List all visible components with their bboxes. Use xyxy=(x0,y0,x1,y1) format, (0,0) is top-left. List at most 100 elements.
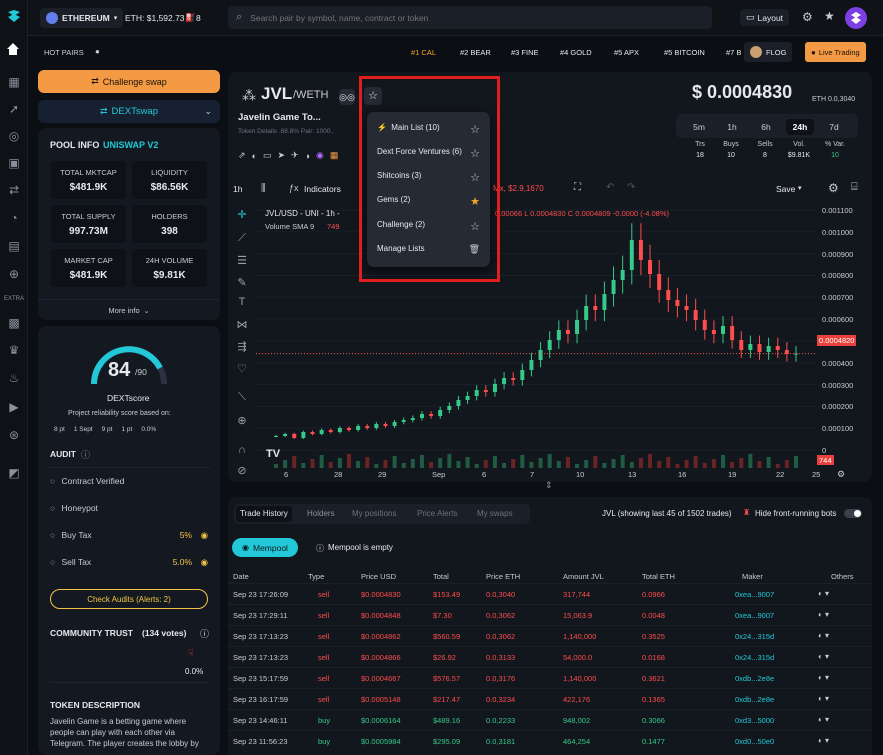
cell-maker[interactable]: 0xd3...5000 xyxy=(735,716,774,725)
row-actions-icon[interactable]: ◐ ▾ xyxy=(818,736,829,745)
hot-pair-item[interactable]: #5 APX xyxy=(614,48,639,57)
tab-my-positions[interactable]: My positions xyxy=(352,509,396,518)
info-icon[interactable]: ⓘ xyxy=(81,448,90,461)
timeframe-1h[interactable]: 1h xyxy=(718,119,746,135)
trendline-icon[interactable]: ⟋ xyxy=(235,232,249,246)
hide-bots-toggle[interactable] xyxy=(844,509,862,518)
header-amount[interactable]: Amount JVL xyxy=(563,572,604,581)
table-row[interactable]: Sep 23 11:56:23 buy $0.0005984 $295.09 0.0,3… xyxy=(228,730,872,751)
hot-pair-item[interactable]: #1 CAL xyxy=(411,48,436,57)
indicators-button[interactable]: Indicators xyxy=(304,184,341,194)
chart-interval[interactable]: 1h xyxy=(233,184,242,194)
table-row[interactable]: Sep 23 17:13:23 sell $0.0004866 $26.92 0.0,3… xyxy=(228,646,872,667)
telegram-icon[interactable]: ➤ xyxy=(278,150,286,161)
table-row[interactable]: Sep 23 17:13:23 sell $0.0004862 $560.59 0.0,… xyxy=(228,625,872,646)
live-trading-button[interactable]: ● Live Trading xyxy=(805,42,866,62)
thumbs-down-icon[interactable]: ☟ xyxy=(188,648,193,659)
grid-icon[interactable]: ▣ xyxy=(6,155,22,171)
header-maker[interactable]: Maker xyxy=(742,572,763,581)
chart-icon[interactable]: ▦ xyxy=(6,74,22,90)
website-icon[interactable]: ▭ xyxy=(263,150,272,161)
cell-maker[interactable]: 0xdb...2e8e xyxy=(735,695,774,704)
chart-settings-icon[interactable]: ⚙ xyxy=(828,181,839,195)
header-price-eth[interactable]: Price ETH xyxy=(486,572,520,581)
undo-icon[interactable]: ↶ xyxy=(606,182,614,193)
more-info-button[interactable]: More info ⌄ xyxy=(38,299,220,315)
row-actions-icon[interactable]: ◐ ▾ xyxy=(818,631,829,640)
fib-icon[interactable]: ☰ xyxy=(235,254,249,268)
axis-settings-icon[interactable]: ⚙ xyxy=(837,469,845,480)
pie-icon[interactable]: ◔ xyxy=(6,210,22,226)
hot-pair-item[interactable]: #5 BITCOIN xyxy=(664,48,705,57)
heart-icon[interactable]: ♡ xyxy=(235,362,249,376)
fire-icon[interactable]: ♨ xyxy=(6,370,22,386)
header-type[interactable]: Type xyxy=(308,572,324,581)
cell-maker[interactable]: 0x24...315d xyxy=(735,653,774,662)
binoculars-icon[interactable]: ◎◎ xyxy=(339,89,355,105)
etherscan-icon[interactable]: ◑ xyxy=(305,151,310,161)
challenge-swap-button[interactable]: ⇄ Challenge swap xyxy=(38,70,220,93)
check-audits-button[interactable]: Check Audits (Alerts: 2) xyxy=(50,589,208,609)
brush-icon[interactable]: ✎ xyxy=(235,276,249,290)
pattern-icon[interactable]: ⋈ xyxy=(235,318,249,332)
table-row[interactable]: Sep 23 17:26:09 sell $0.0004830 $153.49 0.0,… xyxy=(228,583,872,604)
wallet-icon[interactable]: ▤ xyxy=(6,238,22,254)
search-bar[interactable]: ⌕ xyxy=(228,6,712,29)
hot-pair-item[interactable]: #2 BEAR xyxy=(460,48,491,57)
table-row[interactable]: Sep 23 14:46:11 buy $0.0006164 $489.16 0.0,2… xyxy=(228,709,872,730)
table-row[interactable]: Sep 23 15:17:59 sell $0.0004667 $576.57 0.0,… xyxy=(228,667,872,688)
dextools-icon[interactable]: ◉ xyxy=(316,150,324,161)
timeframe-5m[interactable]: 5m xyxy=(685,119,713,135)
tab-my-swaps[interactable]: My swaps xyxy=(477,509,513,518)
hot-pair-item[interactable]: #3 FINE xyxy=(511,48,539,57)
magnet-icon[interactable]: ∩ xyxy=(235,444,249,458)
header-total[interactable]: Total xyxy=(433,572,449,581)
hot-pair-item[interactable]: #7 B xyxy=(726,48,741,57)
cell-maker[interactable]: 0xdb...2e8e xyxy=(735,674,774,683)
text-icon[interactable]: T xyxy=(235,296,249,310)
tab-holders[interactable]: Holders xyxy=(307,509,335,518)
logo-icon[interactable] xyxy=(6,8,22,24)
tab-trade-history[interactable]: Trade History xyxy=(236,506,292,522)
plus-circle-icon[interactable]: ⊕ xyxy=(6,266,22,282)
header-date[interactable]: Date xyxy=(233,572,249,581)
telegram-icon[interactable]: ◩ xyxy=(6,465,22,481)
resize-handle-icon[interactable]: ⇕ xyxy=(545,480,553,491)
globe-icon[interactable]: ⊛ xyxy=(6,427,22,443)
row-actions-icon[interactable]: ◐ ▾ xyxy=(818,589,829,598)
row-actions-icon[interactable]: ◐ ▾ xyxy=(818,610,829,619)
row-actions-icon[interactable]: ◐ ▾ xyxy=(818,652,829,661)
crosshair-icon[interactable]: ✛ xyxy=(235,208,249,222)
timeframe-24h[interactable]: 24h xyxy=(786,119,814,135)
table-row[interactable]: Sep 23 16:17:59 sell $0.0005148 $217.47 0.0,… xyxy=(228,688,872,709)
tab-price-alerts[interactable]: Price Alerts xyxy=(417,509,457,518)
cell-maker[interactable]: 0xd0...50e0 xyxy=(735,737,774,746)
screenshot-icon[interactable]: ⌸ xyxy=(851,181,858,194)
video-icon[interactable]: ▶ xyxy=(6,399,22,415)
twitter-icon[interactable]: ✈ xyxy=(291,150,299,161)
timeframe-6h[interactable]: 6h xyxy=(752,119,780,135)
fullscreen-icon[interactable]: ⛶ xyxy=(574,182,581,193)
trophy-icon[interactable]: ♛ xyxy=(6,342,22,358)
timeframe-7d[interactable]: 7d xyxy=(820,119,848,135)
ruler-icon[interactable]: ⟍ xyxy=(235,391,249,405)
cell-maker[interactable]: 0xea...9007 xyxy=(735,611,774,620)
dextswap-button[interactable]: ⇄ DEXTswap ⌄ xyxy=(38,100,220,123)
table-row[interactable]: Sep 23 17:29:11 sell $0.0004848 $7.30 0.0,30… xyxy=(228,604,872,625)
settings-gear-icon[interactable]: ⚙ xyxy=(802,10,813,24)
row-actions-icon[interactable]: ◐ ▾ xyxy=(818,715,829,724)
hot-pair-item[interactable]: #4 GOLD xyxy=(560,48,592,57)
price-chart[interactable] xyxy=(256,200,816,470)
header-total-eth[interactable]: Total ETH xyxy=(642,572,675,581)
search-input[interactable] xyxy=(250,12,691,23)
home-icon[interactable] xyxy=(6,42,22,58)
cell-maker[interactable]: 0x24...315d xyxy=(735,632,774,641)
header-price-usd[interactable]: Price USD xyxy=(361,572,396,581)
new-feature-icon[interactable]: ▩ xyxy=(6,315,22,331)
share-icon[interactable]: ⇗ xyxy=(238,150,246,161)
redo-icon[interactable]: ↷ xyxy=(627,182,635,193)
info-icon[interactable]: ⓘ xyxy=(200,627,209,640)
cell-maker[interactable]: 0xea...9007 xyxy=(735,590,774,599)
star-icon[interactable]: ★ xyxy=(824,9,835,23)
layout-button[interactable]: ▭ Layout xyxy=(740,9,790,26)
